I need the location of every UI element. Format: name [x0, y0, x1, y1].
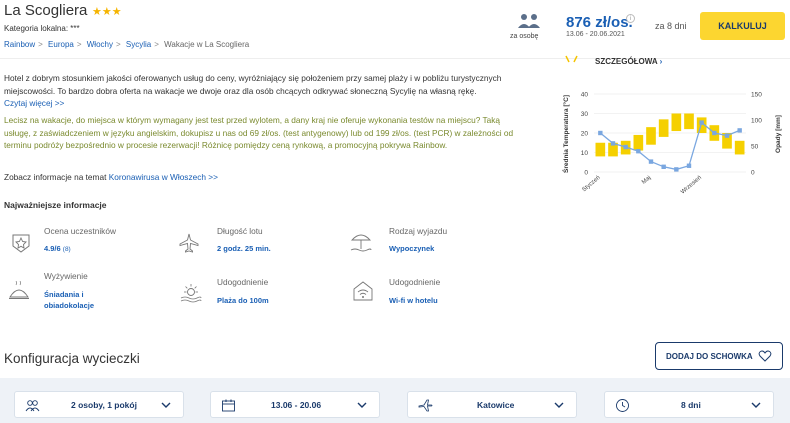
plane-icon — [418, 399, 433, 412]
rating-score: 4.9/6 — [44, 244, 61, 253]
breadcrumb-europe[interactable]: Europa — [48, 40, 74, 49]
config-title: Konfiguracja wycieczki — [4, 351, 140, 366]
rating-count: (8) — [62, 246, 71, 253]
heart-icon — [758, 350, 772, 362]
participants-value: 2 osoby, 1 pokój — [71, 400, 137, 410]
calendar-icon — [222, 399, 235, 412]
y-tick-left: 10 — [581, 150, 589, 157]
food-dish-icon — [9, 281, 29, 299]
select-departure-airport[interactable]: Katowice — [407, 391, 577, 418]
breadcrumb-sicily[interactable]: Sycylia — [126, 40, 151, 49]
price-dates: 13.06 - 20.06.2021 — [566, 31, 625, 38]
duration-value: 8 dni — [681, 400, 701, 410]
temperature-bar — [671, 113, 682, 132]
price: 876 zł/os. — [566, 14, 633, 31]
promo-text: Lecisz na wakacje, do miejsca w którym w… — [4, 115, 514, 150]
covid-prefix: Zobacz informacje na temat — [4, 172, 107, 182]
plane-icon — [179, 233, 199, 253]
precipitation-point — [648, 159, 654, 164]
clipboard-label: DODAJ DO SCHOWKA — [666, 352, 753, 361]
local-category: Kategoria lokalna: *** — [4, 24, 80, 33]
precipitation-point — [610, 141, 616, 146]
breadcrumb-current: Wakacje w La Scogliera — [164, 40, 250, 49]
breadcrumb-italy[interactable]: Włochy — [87, 40, 113, 49]
select-dates[interactable]: 13.06 - 20.06 — [210, 391, 380, 418]
airport-value: Katowice — [477, 400, 515, 410]
info-label-board: Wyżywienie — [44, 271, 88, 281]
chevron-down-icon — [554, 402, 564, 408]
y-tick-right: 150 — [751, 92, 762, 99]
temperature-bar — [658, 119, 669, 137]
x-tick-label: Maj — [641, 175, 652, 186]
precipitation-point — [623, 144, 628, 150]
dates-value: 13.06 - 20.06 — [271, 400, 322, 410]
duration-label: za 8 dni — [655, 21, 687, 31]
x-tick-label: Styczeń — [581, 175, 601, 193]
y-tick-right: 50 — [751, 144, 759, 151]
info-label-amenity-beach: Udogodnienie — [217, 277, 269, 287]
select-duration[interactable]: 8 dni — [604, 391, 774, 418]
temperature-bar — [633, 134, 644, 151]
hotel-title: La Scogliera — [4, 2, 88, 19]
y-tick-left: 30 — [581, 111, 589, 118]
add-to-clipboard-button[interactable]: DODAJ DO SCHOWKA — [655, 342, 783, 370]
info-value-flight: 2 godz. 25 min. — [217, 244, 271, 253]
info-value-beach: Plaża do 100m — [217, 296, 269, 305]
info-value-trip-type: Wypoczynek — [389, 244, 435, 253]
y-tick-left: 40 — [581, 92, 589, 99]
beach-sun-icon — [180, 284, 202, 303]
info-label-trip-type: Rodzaj wyjazdu — [389, 226, 448, 236]
y-tick-right: 100 — [751, 118, 762, 125]
info-label-amenity-wifi: Udogodnienie — [389, 277, 441, 287]
key-info-title: Najważniejsze informacje — [4, 200, 107, 210]
temperature-bar — [646, 127, 656, 145]
chevron-down-icon — [751, 402, 761, 408]
precipitation-point — [661, 164, 666, 169]
y-tick-left: 20 — [581, 131, 589, 138]
y-tick-left: 0 — [584, 170, 588, 177]
breadcrumb-rainbow[interactable]: Rainbow — [4, 40, 35, 49]
rating-star-icon — [12, 234, 30, 253]
hotel-stars-icon: ★★★ — [92, 6, 122, 18]
precipitation-point — [686, 163, 692, 168]
precipitation-point — [598, 130, 603, 136]
info-value-wifi: Wi-fi w hotelu — [389, 296, 438, 305]
precipitation-point — [724, 133, 730, 138]
price-info-icon[interactable]: i — [626, 14, 635, 23]
x-tick-label: Wrzesień — [680, 175, 703, 196]
hotel-description: Hotel z dobrym stosunkiem jakości oferow… — [4, 73, 502, 96]
read-more-link[interactable]: Czytaj więcej >> — [4, 98, 64, 108]
chevron-down-icon — [161, 402, 171, 408]
calculate-button[interactable]: KALKULUJ — [700, 12, 785, 40]
temperature-bar — [684, 113, 694, 130]
beach-umbrella-icon — [350, 234, 372, 252]
temperature-bar — [595, 142, 606, 157]
wifi-icon — [353, 281, 373, 301]
temperature-bar — [734, 140, 745, 155]
precipitation-point — [636, 149, 641, 154]
clock-icon — [616, 399, 629, 412]
weather-chart: 0 10 20 30 40 0 50 100 150 Styczeń Maj Wrzesień Śred… — [561, 92, 782, 196]
covid-info: Zobacz informacje na temat Koronawirusa … — [4, 172, 218, 182]
persons-icon — [518, 14, 540, 28]
y-axis-right-label: Opady [mm] — [775, 115, 782, 153]
info-label-flight: Długość lotu — [217, 226, 263, 236]
covid-link[interactable]: Koronawirusa w Włoszech >> — [109, 172, 218, 182]
y-tick-right: 0 — [751, 170, 755, 177]
info-value-rating: 4.9/6 (8) — [44, 243, 71, 255]
people-icon — [25, 400, 40, 412]
precipitation-point — [737, 128, 742, 133]
precipitation-point — [712, 130, 717, 136]
info-label-rating: Ocena uczestników — [44, 226, 116, 236]
chevron-down-icon — [357, 402, 367, 408]
precipitation-point — [699, 120, 704, 125]
select-participants[interactable]: 2 osoby, 1 pokój — [14, 391, 184, 418]
breadcrumb: Rainbow > Europa > Włochy > Sycylia > Wakacj… — [4, 40, 250, 49]
y-axis-left-label: Średnia Temperatura [°C] — [561, 95, 570, 173]
precipitation-point — [674, 167, 679, 172]
per-person-label: za osobę — [510, 33, 539, 40]
info-value-board: Śniadania i obiadokolacje — [44, 290, 95, 310]
